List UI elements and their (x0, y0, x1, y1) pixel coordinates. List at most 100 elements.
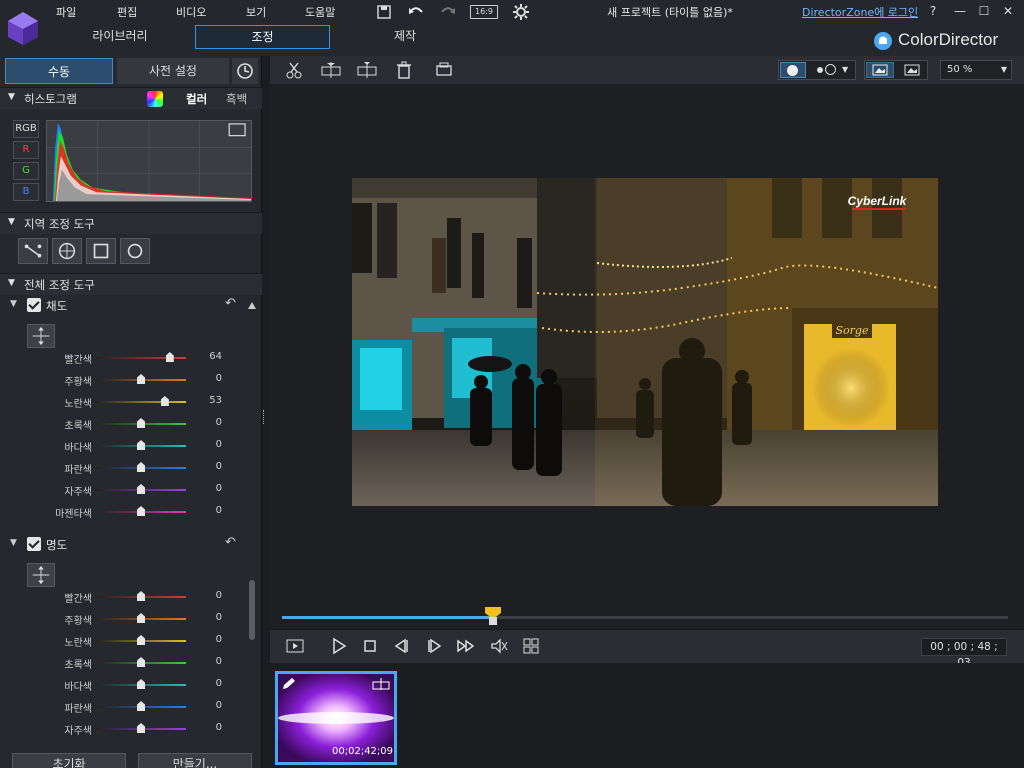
saturation-slider-value[interactable]: 0 (192, 505, 222, 516)
compare-dropdown-icon[interactable]: ▼ (842, 62, 854, 78)
undo-icon[interactable] (407, 3, 425, 21)
history-clock-icon[interactable] (232, 58, 258, 84)
channel-red-button[interactable]: R (13, 141, 39, 159)
saturation-slider-value[interactable]: 0 (192, 461, 222, 472)
clip-trim-icon[interactable] (372, 677, 390, 691)
panel-splitter[interactable] (263, 410, 267, 424)
saturation-slider-handle[interactable] (165, 352, 174, 362)
redo-icon[interactable] (439, 3, 457, 21)
histogram-mono-option[interactable]: 흑백 (226, 91, 247, 107)
tab-adjust[interactable]: 조정 (195, 25, 330, 49)
edit-pencil-icon[interactable] (281, 677, 297, 691)
preview-mode-icon[interactable] (285, 637, 305, 655)
saturation-slider-handle[interactable] (137, 374, 145, 384)
stop-icon[interactable] (360, 637, 380, 655)
insert-clip-icon[interactable] (356, 60, 378, 80)
trim-clip-icon[interactable] (320, 60, 342, 80)
help-button[interactable]: ? (925, 3, 941, 19)
fit-view-icon[interactable] (866, 62, 894, 78)
histogram-color-option[interactable]: 컬러 (186, 91, 207, 107)
global-tools-header[interactable]: ▼ 전체 조정 도구 (0, 273, 262, 295)
snapshot-icon[interactable] (434, 60, 454, 80)
brightness-slider-value[interactable]: 0 (192, 678, 222, 689)
single-view-button[interactable] (780, 62, 806, 78)
saturation-slider-value[interactable]: 64 (192, 351, 222, 362)
channel-green-button[interactable]: G (13, 162, 39, 180)
brightness-slider-value[interactable]: 0 (192, 634, 222, 645)
channel-rgb-button[interactable]: RGB (13, 120, 39, 138)
panel-scrollbar[interactable] (246, 300, 258, 740)
delete-trash-icon[interactable] (395, 60, 413, 80)
tab-presets[interactable]: 사전 설정 (117, 58, 229, 84)
rectangle-mask-tool-icon[interactable] (86, 238, 116, 264)
saturation-slider-handle[interactable] (137, 462, 145, 472)
brightness-reset-icon[interactable]: ↶ (225, 535, 236, 550)
collapse-caret-icon[interactable]: ▼ (10, 299, 17, 309)
menu-file[interactable]: 파일 (56, 4, 76, 20)
brightness-slider-handle[interactable] (137, 613, 145, 623)
histogram-expand-icon[interactable] (228, 123, 246, 137)
saturation-slider-handle[interactable] (137, 440, 145, 450)
menu-view[interactable]: 보기 (246, 4, 266, 20)
aspect-ratio-selector[interactable]: 16:9 (470, 5, 498, 19)
brightness-slider-value[interactable]: 0 (192, 656, 222, 667)
split-clip-icon[interactable] (284, 60, 304, 80)
regional-tools-header[interactable]: ▼ 지역 조정 도구 (0, 212, 262, 234)
maximize-button[interactable]: ☐ (976, 3, 992, 19)
saturation-slider-value[interactable]: 0 (192, 373, 222, 384)
ellipse-mask-tool-icon[interactable] (120, 238, 150, 264)
brightness-slider-value[interactable]: 0 (192, 722, 222, 733)
fast-forward-icon[interactable] (456, 637, 476, 655)
save-icon[interactable] (375, 3, 393, 21)
directorzone-login-link[interactable]: DirectorZone에 로그인 (802, 4, 918, 20)
menu-video[interactable]: 비디오 (176, 4, 206, 20)
saturation-slider-handle[interactable] (160, 396, 169, 406)
saturation-reset-icon[interactable]: ↶ (225, 296, 236, 311)
brightness-slider-handle[interactable] (137, 635, 145, 645)
tab-library[interactable]: 라이브러리 (60, 25, 180, 49)
gradient-mask-tool-icon[interactable] (18, 238, 48, 264)
brush-tool-icon[interactable] (52, 238, 82, 264)
collapse-caret-icon[interactable]: ▼ (10, 538, 17, 548)
minimize-button[interactable]: — (952, 3, 968, 19)
saturation-slider-handle[interactable] (137, 484, 145, 494)
brightness-header[interactable]: ▼ 명도 ↶ (0, 535, 244, 557)
saturation-enable-checkbox[interactable] (27, 298, 41, 312)
saturation-slider-value[interactable]: 0 (192, 417, 222, 428)
reset-button[interactable]: 초기화 (12, 753, 126, 768)
brightness-slider-value[interactable]: 0 (192, 612, 222, 623)
brightness-slider-handle[interactable] (137, 591, 145, 601)
collapse-caret-icon[interactable]: ▼ (8, 92, 15, 102)
play-icon[interactable] (329, 637, 349, 655)
next-frame-icon[interactable] (424, 637, 444, 655)
histogram-header[interactable]: ▼ 히스토그램 컬러 흑백 (0, 87, 262, 109)
saturation-slider-track[interactable] (96, 401, 186, 403)
brightness-slider-handle[interactable] (137, 679, 145, 689)
zoom-select[interactable]: 50 % ▼ (940, 60, 1012, 80)
create-preset-button[interactable]: 만들기... (138, 753, 252, 768)
playhead-marker[interactable] (484, 607, 502, 627)
channel-blue-button[interactable]: B (13, 183, 39, 201)
brightness-slider-value[interactable]: 0 (192, 590, 222, 601)
tab-produce[interactable]: 제작 (345, 25, 465, 49)
brightness-target-adjust-icon[interactable] (27, 563, 55, 587)
saturation-slider-value[interactable]: 0 (192, 439, 222, 450)
saturation-slider-value[interactable]: 53 (192, 395, 222, 406)
saturation-slider-handle[interactable] (137, 418, 145, 428)
saturation-target-adjust-icon[interactable] (27, 324, 55, 348)
fullscreen-view-icon[interactable] (898, 62, 926, 78)
brightness-slider-handle[interactable] (137, 701, 145, 711)
collapse-caret-icon[interactable]: ▼ (8, 217, 15, 227)
menu-edit[interactable]: 편집 (117, 4, 137, 20)
mute-icon[interactable] (489, 637, 509, 655)
saturation-slider-value[interactable]: 0 (192, 483, 222, 494)
collapse-caret-icon[interactable]: ▼ (8, 278, 15, 288)
tab-manual[interactable]: 수동 (5, 58, 113, 84)
menu-help[interactable]: 도움말 (305, 4, 335, 20)
brightness-slider-value[interactable]: 0 (192, 700, 222, 711)
preview-image[interactable]: Sorge CyberLink (352, 178, 938, 506)
brightness-slider-handle[interactable] (137, 723, 145, 733)
notification-bell-icon[interactable] (873, 29, 893, 53)
close-button[interactable]: ✕ (1000, 3, 1016, 19)
saturation-slider-handle[interactable] (137, 506, 145, 516)
